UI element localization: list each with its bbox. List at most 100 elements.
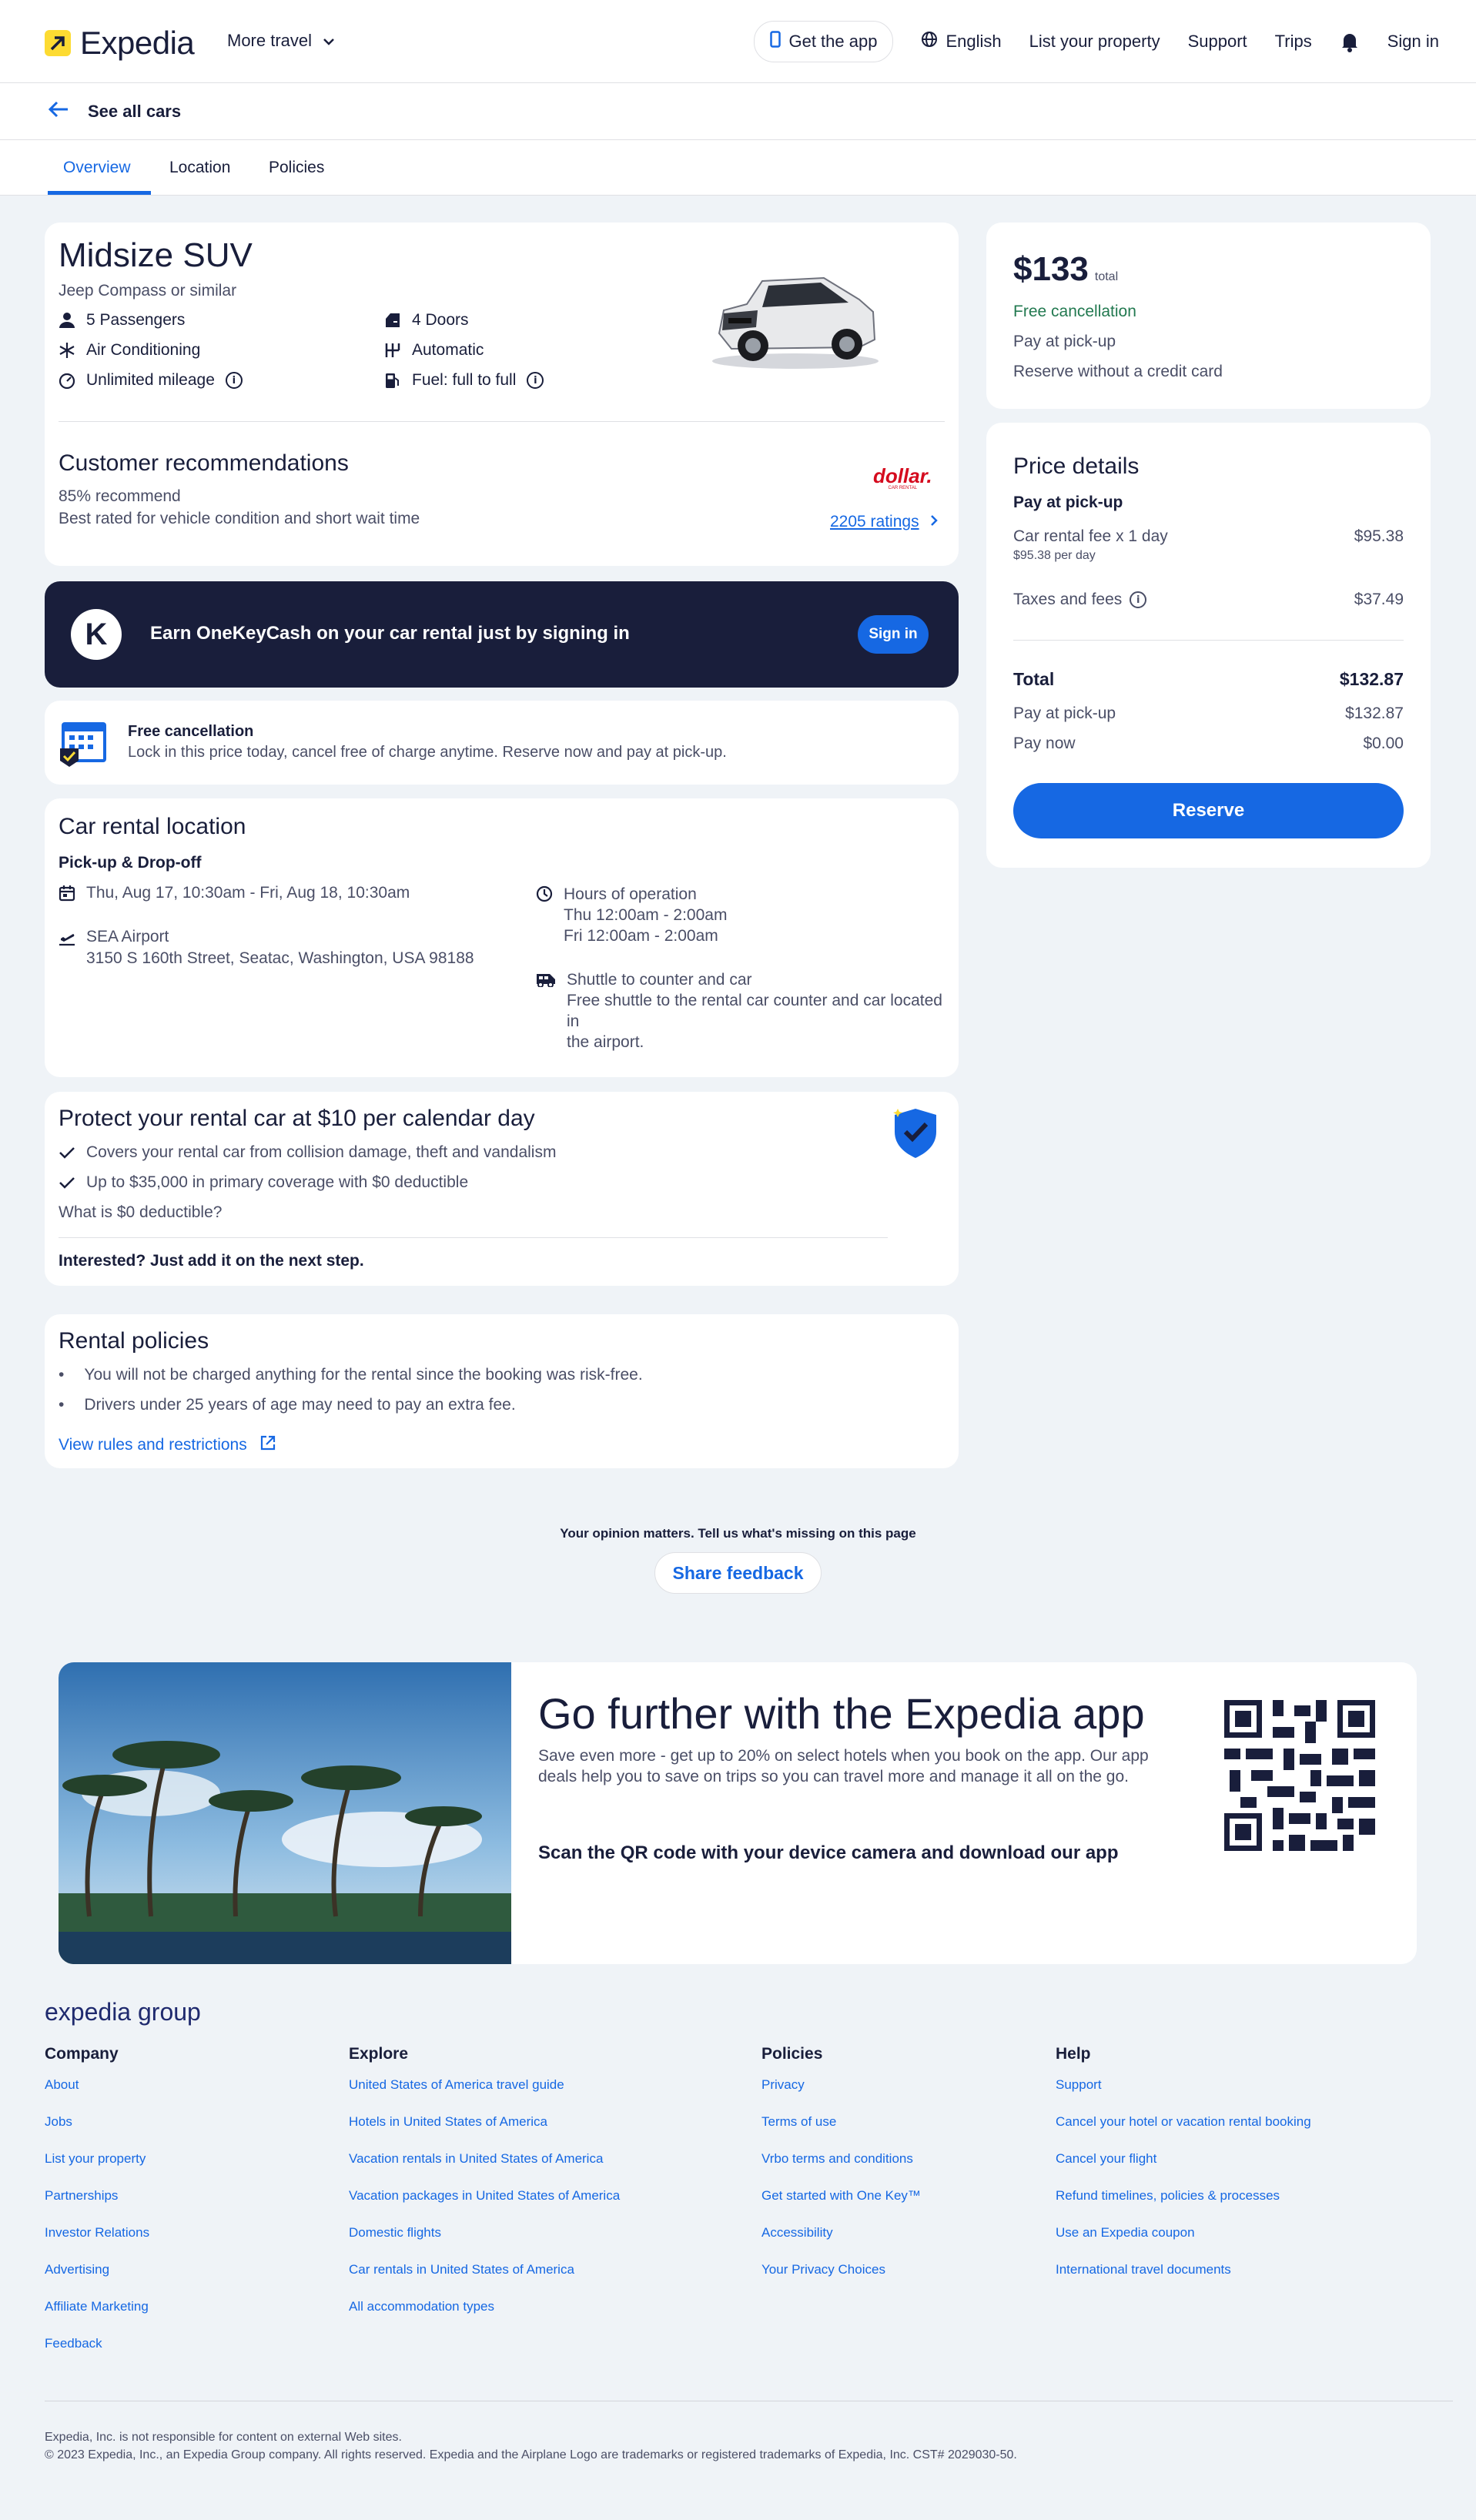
footer-column-help: Help Support Cancel your hotel or vacati… <box>1056 2045 1311 2299</box>
footer-link[interactable]: Cancel your flight <box>1056 2151 1311 2167</box>
footer-link[interactable]: Vacation rentals in United States of Ame… <box>349 2151 620 2167</box>
protection-item: Covers your rental car from collision da… <box>59 1143 556 1162</box>
no-card-note: Reserve without a credit card <box>1013 363 1223 380</box>
see-all-cars-label: See all cars <box>88 102 182 121</box>
footer-link[interactable]: Jobs <box>45 2114 149 2130</box>
hours-title: Hours of operation <box>564 885 697 903</box>
get-app-button[interactable]: Get the app <box>754 21 894 62</box>
total-price: $133 total <box>1013 250 1118 289</box>
support-link[interactable]: Support <box>1188 32 1247 52</box>
hours-line: Fri 12:00am - 2:00am <box>564 927 718 945</box>
pay-now-row: Pay now $0.00 <box>1013 735 1404 753</box>
free-cancellation-text: Lock in this price today, cancel free of… <box>128 744 727 761</box>
car-image <box>708 266 882 373</box>
car-overview-card: Midsize SUV Jeep Compass or similar 5 Pa… <box>45 223 959 566</box>
footer-link[interactable]: Your Privacy Choices <box>761 2262 921 2278</box>
more-travel-menu[interactable]: More travel <box>227 31 335 51</box>
tab-location[interactable]: Location <box>169 159 230 177</box>
info-icon[interactable]: i <box>1130 591 1147 608</box>
footer-link[interactable]: Advertising <box>45 2262 149 2278</box>
arrow-left-icon <box>48 100 69 123</box>
rental-policies-card: Rental policies • You will not be charged… <box>45 1314 959 1468</box>
rental-fee-value: $95.38 <box>1354 527 1404 545</box>
footer-link[interactable]: Refund timelines, policies & processes <box>1056 2188 1311 2204</box>
footer-link[interactable]: About <box>45 2077 149 2093</box>
policies-title: Rental policies <box>59 1328 209 1354</box>
ratings-link[interactable]: 2205 ratings <box>830 513 938 531</box>
footer-link[interactable]: Feedback <box>45 2336 149 2352</box>
view-rules-link[interactable]: View rules and restrictions <box>59 1434 276 1456</box>
footer-link[interactable]: Vacation packages in United States of Am… <box>349 2188 620 2204</box>
total-value: $132.87 <box>1339 669 1404 689</box>
footer-link[interactable]: Use an Expedia coupon <box>1056 2225 1311 2241</box>
onekey-text: Earn OneKeyCash on your car rental just … <box>150 623 630 644</box>
footer-link[interactable]: Cancel your hotel or vacation rental boo… <box>1056 2114 1311 2130</box>
calendar-check-icon <box>59 718 109 768</box>
hours-of-operation: Hours of operation Thu 12:00am - 2:00am … <box>536 884 727 946</box>
legal-copyright: © 2023 Expedia, Inc., an Expedia Group c… <box>45 2448 1017 2461</box>
shuttle-title: Shuttle to counter and car <box>567 971 752 989</box>
free-cancellation-title: Free cancellation <box>128 723 254 740</box>
feedback-prompt: Your opinion matters. Tell us what's mis… <box>560 1526 916 1541</box>
footer-link[interactable]: United States of America travel guide <box>349 2077 620 2093</box>
language-label: English <box>946 32 1002 51</box>
free-cancellation-card: Free cancellation Lock in this price tod… <box>45 701 959 785</box>
pickup-location: SEA Airport 3150 S 160th Street, Seatac,… <box>59 928 474 968</box>
list-property-link[interactable]: List your property <box>1029 32 1160 52</box>
beach-palm-image <box>59 1662 511 1964</box>
deductible-question-link[interactable]: What is $0 deductible? <box>59 1203 222 1222</box>
rental-fee-label: Car rental fee x 1 day <box>1013 527 1168 545</box>
feature-air-conditioning: Air Conditioning <box>59 341 200 360</box>
footer-column-title: Company <box>45 2045 119 2063</box>
footer-link[interactable]: Hotels in United States of America <box>349 2114 620 2130</box>
footer-link[interactable]: Domestic flights <box>349 2225 620 2241</box>
pay-now-label: Pay now <box>1013 735 1076 752</box>
share-feedback-button[interactable]: Share feedback <box>654 1552 822 1594</box>
taxes-row: Taxes and fees i $37.49 <box>1013 591 1404 609</box>
get-app-label: Get the app <box>788 32 878 51</box>
section-tabs: Overview Location Policies <box>0 140 1476 196</box>
footer-link[interactable]: Investor Relations <box>45 2225 149 2241</box>
footer-link[interactable]: Terms of use <box>761 2114 921 2130</box>
footer-column-policies: Policies Privacy Terms of use Vrbo terms… <box>761 2045 921 2299</box>
footer-link[interactable]: Privacy <box>761 2077 921 2093</box>
footer-link[interactable]: International travel documents <box>1056 2262 1311 2278</box>
pay-at-pickup-heading: Pay at pick-up <box>1013 494 1123 511</box>
sign-in-link[interactable]: Sign in <box>1387 32 1439 52</box>
speedometer-icon <box>59 372 75 390</box>
external-link-icon <box>259 1434 276 1456</box>
policy-item: • Drivers under 25 years of age may need … <box>59 1396 516 1414</box>
protection-card: Protect your rental car at $10 per calen… <box>45 1092 959 1286</box>
expedia-logo[interactable]: Expedia <box>45 25 195 62</box>
footer-link[interactable]: Get started with One Key™ <box>761 2188 921 2204</box>
onekey-sign-in-button[interactable]: Sign in <box>858 615 929 654</box>
footer-link[interactable]: All accommodation types <box>349 2299 620 2315</box>
info-icon[interactable]: i <box>527 372 544 389</box>
taxes-label: Taxes and fees <box>1013 591 1123 608</box>
footer-link[interactable]: Vrbo terms and conditions <box>761 2151 921 2167</box>
protection-item-text: Up to $35,000 in primary coverage with $… <box>86 1173 469 1191</box>
footer-link[interactable]: Support <box>1056 2077 1311 2093</box>
tab-policies[interactable]: Policies <box>269 159 324 177</box>
person-icon <box>59 312 75 329</box>
footer-link[interactable]: List your property <box>45 2151 149 2167</box>
pay-at-pickup-value: $132.87 <box>1345 704 1404 722</box>
rental-fee-per-day: $95.38 per day <box>1013 549 1096 562</box>
onekey-banner: K Earn OneKeyCash on your car rental jus… <box>45 581 959 688</box>
trips-link[interactable]: Trips <box>1275 32 1312 52</box>
snowflake-icon <box>59 342 75 359</box>
see-all-cars-link[interactable]: See all cars <box>48 100 181 123</box>
expedia-group-logo: expedia group <box>45 1998 201 2026</box>
notifications-bell-icon[interactable] <box>1340 31 1360 52</box>
footer-link[interactable]: Car rentals in United States of America <box>349 2262 620 2278</box>
calendar-icon <box>59 885 75 902</box>
language-selector[interactable]: English <box>921 31 1002 52</box>
reserve-button[interactable]: Reserve <box>1013 783 1404 838</box>
footer-link[interactable]: Accessibility <box>761 2225 921 2241</box>
info-icon[interactable]: i <box>225 372 243 389</box>
tab-overview[interactable]: Overview <box>63 159 131 177</box>
total-price-suffix: total <box>1094 270 1119 283</box>
footer-link[interactable]: Affiliate Marketing <box>45 2299 149 2315</box>
footer-link[interactable]: Partnerships <box>45 2188 149 2204</box>
legal-disclaimer: Expedia, Inc. is not responsible for con… <box>45 2431 402 2444</box>
